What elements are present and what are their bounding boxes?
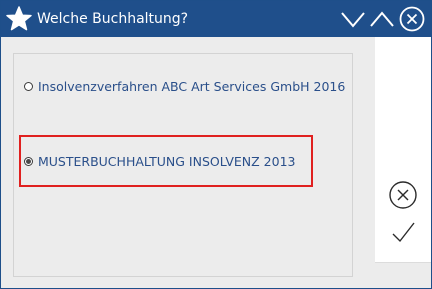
close-circle-icon[interactable] (399, 6, 425, 32)
radio-button[interactable] (24, 81, 33, 91)
cancel-circle-icon[interactable] (388, 180, 418, 210)
star-icon (5, 5, 33, 33)
dialog-content: Insolvenzverfahren ABC Art Services GmbH… (1, 37, 431, 288)
option-musterbuchhaltung[interactable]: MUSTERBUCHHALTUNG INSOLVENZ 2013 (24, 151, 295, 171)
chevron-up-icon[interactable] (369, 6, 395, 32)
option-insolvenzverfahren[interactable]: Insolvenzverfahren ABC Art Services GmbH… (24, 76, 345, 96)
action-panel (375, 37, 431, 263)
option-label: Insolvenzverfahren ABC Art Services GmbH… (38, 78, 346, 94)
checkmark-icon[interactable] (388, 218, 418, 248)
dialog-window: Welche Buchhaltung? Insolvenzverfahren A… (0, 0, 432, 289)
title-bar[interactable]: Welche Buchhaltung? (1, 1, 431, 37)
radio-button-selected[interactable] (24, 156, 33, 166)
accounting-options-group: Insolvenzverfahren ABC Art Services GmbH… (13, 53, 353, 277)
window-title: Welche Buchhaltung? (37, 11, 189, 27)
option-label: MUSTERBUCHHALTUNG INSOLVENZ 2013 (38, 153, 296, 169)
chevron-down-icon[interactable] (340, 6, 366, 32)
